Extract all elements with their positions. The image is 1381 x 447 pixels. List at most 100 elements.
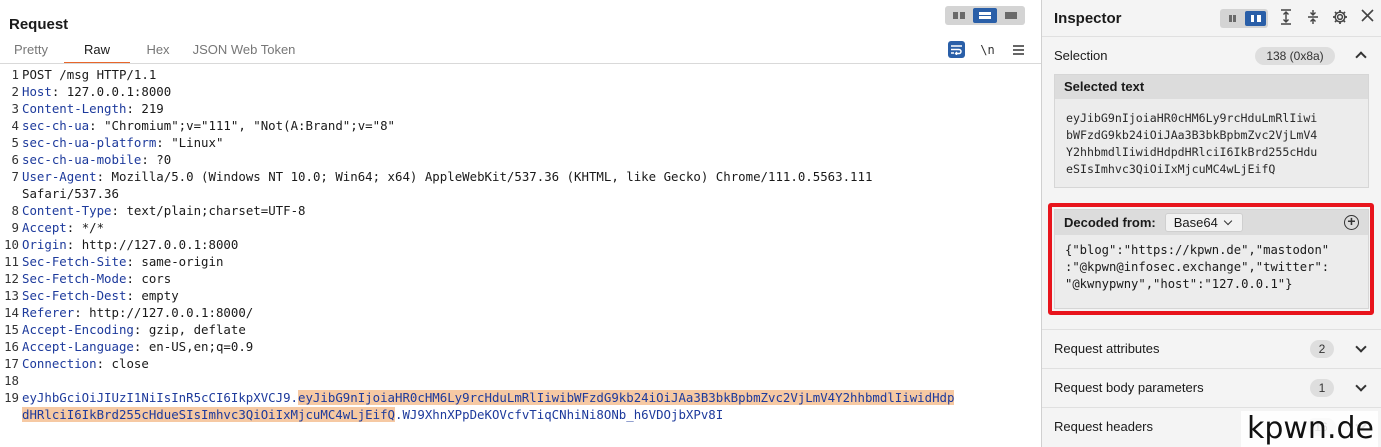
rows-icon	[979, 12, 991, 19]
header-name: Accept	[22, 220, 67, 235]
header-colon: :	[89, 118, 97, 133]
decoded-text-line: "@kwnypwny","host":"127.0.0.1"}	[1065, 277, 1293, 291]
decoder-select[interactable]: Base64	[1164, 213, 1243, 232]
tab-raw[interactable]: Raw	[64, 42, 130, 64]
section-label: Request body parameters	[1054, 380, 1204, 395]
decoded-text-line: :"@kpwn@infosec.exchange","twitter":	[1065, 260, 1330, 274]
header-value: 219	[133, 101, 164, 116]
line-number: 11	[4, 254, 19, 269]
header-name: Referer	[22, 305, 75, 320]
decoded-from-header: Decoded from: Base64 +	[1055, 210, 1368, 235]
selection-section-header[interactable]: Selection 138 (0x8a)	[1042, 36, 1381, 74]
editor-line: 2 Host: 127.0.0.1:8000	[0, 83, 1041, 100]
line-number: 9	[11, 220, 19, 235]
editor-line: 1 POST /msg HTTP/1.1	[0, 66, 1041, 83]
header-colon: :	[156, 135, 164, 150]
side-by-side-layout-button[interactable]	[947, 8, 971, 23]
word-wrap-icon[interactable]	[948, 41, 965, 58]
header-name: sec-ch-ua-platform	[22, 135, 157, 150]
line-content: Sec-Fetch-Mode: cors	[22, 270, 171, 287]
line-number-blank	[0, 406, 22, 423]
line-number: 15	[4, 322, 19, 337]
tabs-divider	[0, 63, 1041, 64]
section-label: Request headers	[1054, 419, 1154, 434]
editor-line: 11 Sec-Fetch-Site: same-origin	[0, 253, 1041, 270]
tab-json-web-token[interactable]: JSON Web Token	[186, 42, 316, 64]
line-number: 12	[4, 271, 19, 286]
header-name: Accept-Language	[22, 339, 134, 354]
header-value: ?0	[148, 152, 172, 167]
header-name: sec-ch-ua-mobile	[22, 152, 142, 167]
line-content: Content-Length: 219	[22, 100, 164, 117]
editor-line: 10 Origin: http://127.0.0.1:8000	[0, 236, 1041, 253]
newline-toggle-button[interactable]: \n	[979, 41, 996, 58]
editor-line: 18	[0, 372, 1041, 389]
tab-hex[interactable]: Hex	[130, 42, 186, 64]
request-panel: Request Pretty Raw Hex JSON Web Token \n…	[0, 0, 1041, 447]
line-content: User-Agent: Mozilla/5.0 (Windows NT 10.0…	[22, 168, 872, 185]
chevron-up-icon[interactable]	[1355, 50, 1367, 62]
line-number: 19	[4, 390, 19, 405]
tab-pretty[interactable]: Pretty	[0, 42, 64, 64]
header-value: http://127.0.0.1:8000/	[81, 305, 254, 320]
single-pane-layout-button[interactable]	[999, 8, 1023, 23]
editor-line: 17 Connection: close	[0, 355, 1041, 372]
editor-line: Safari/537.36	[0, 185, 1041, 202]
inspector-layout-left-button[interactable]	[1222, 11, 1243, 26]
section-request-body-parameters[interactable]: Request body parameters 1	[1042, 368, 1381, 406]
selected-text-line: Y2hhbmdlIiwidHdpdHRlciI6IkBrd255cHdu	[1066, 145, 1318, 159]
line-number: 14	[4, 305, 19, 320]
stacked-layout-button[interactable]	[973, 8, 997, 23]
section-label: Request attributes	[1054, 341, 1160, 356]
line-number: 18	[4, 373, 19, 388]
gear-icon[interactable]	[1331, 9, 1349, 27]
line-number: 7	[11, 169, 19, 184]
add-decoder-icon[interactable]: +	[1344, 214, 1359, 230]
selected-text-line: eSIsImhvc3QiOiIxMjcuMC4wLjEifQ	[1066, 162, 1276, 176]
chevron-down-icon[interactable]	[1355, 343, 1367, 355]
line-content: sec-ch-ua-platform: "Linux"	[22, 134, 223, 151]
line-number	[0, 185, 22, 202]
decoder-value: Base64	[1173, 215, 1218, 230]
inspector-layout-right-button[interactable]	[1245, 11, 1266, 26]
line-content: Accept: */*	[22, 219, 104, 236]
header-colon: :	[96, 169, 105, 184]
collapse-all-icon[interactable]	[1304, 9, 1322, 27]
line-number: 16	[4, 339, 19, 354]
raw-request-editor[interactable]: 1 POST /msg HTTP/1.1 2 Host: 127.0.0.1:8000…	[0, 66, 1041, 423]
selected-text-line: eyJibG9nIjoiaHR0cHM6Ly9rcHduLmRlIiwi	[1066, 111, 1318, 125]
layout-toggle	[945, 6, 1025, 25]
header-colon: :	[141, 152, 149, 167]
columns-icon	[953, 12, 965, 19]
header-name: Accept-Encoding	[22, 322, 134, 337]
header-name: Host	[22, 84, 52, 99]
request-header-lines: 1 POST /msg HTTP/1.1 2 Host: 127.0.0.1:8000…	[0, 66, 1041, 389]
jwt-signature-segment: .WJ9XhnXPpDeKOVcfvTiqCNhiNi8ONb_h6VDOjbX…	[395, 407, 724, 422]
inspector-title: Inspector	[1054, 10, 1122, 27]
line-number: 8	[11, 203, 19, 218]
editor-line: 15 Accept-Encoding: gzip, deflate	[0, 321, 1041, 338]
expand-all-icon[interactable]	[1277, 9, 1295, 27]
chevron-down-icon[interactable]	[1355, 382, 1367, 394]
line-content: POST /msg HTTP/1.1	[22, 67, 157, 82]
header-name: Connection	[22, 356, 97, 371]
line-number: 17	[4, 356, 19, 371]
selected-text-content[interactable]: eyJibG9nIjoiaHR0cHM6Ly9rcHduLmRlIiwi bWFz…	[1055, 99, 1368, 178]
body-line: 19 eyJhbGciOiJIUzI1NiIsInR5cCI6IkpXVCJ9.…	[0, 389, 1041, 406]
menu-icon[interactable]	[1010, 41, 1027, 58]
line-content: Accept-Encoding: gzip, deflate	[22, 321, 246, 338]
line-number: 1	[11, 67, 19, 82]
request-title: Request	[9, 16, 69, 33]
editor-line: 7 User-Agent: Mozilla/5.0 (Windows NT 10.…	[0, 168, 1041, 185]
line-content: Safari/537.36	[22, 186, 119, 201]
selected-text-box: Selected text eyJibG9nIjoiaHR0cHM6Ly9rcH…	[1054, 74, 1369, 188]
line-content: sec-ch-ua-mobile: ?0	[22, 151, 171, 168]
line-content: Referer: http://127.0.0.1:8000/	[22, 304, 253, 321]
section-request-attributes[interactable]: Request attributes 2	[1042, 329, 1381, 367]
close-icon[interactable]	[1358, 9, 1376, 27]
line-content: Host: 127.0.0.1:8000	[22, 83, 171, 100]
editor-line: 14 Referer: http://127.0.0.1:8000/	[0, 304, 1041, 321]
header-name: Content-Type	[22, 203, 112, 218]
decoded-text-content[interactable]: {"blog":"https://kpwn.de","mastodon":"@k…	[1055, 235, 1368, 293]
request-tabs: Pretty Raw Hex JSON Web Token	[0, 42, 316, 64]
